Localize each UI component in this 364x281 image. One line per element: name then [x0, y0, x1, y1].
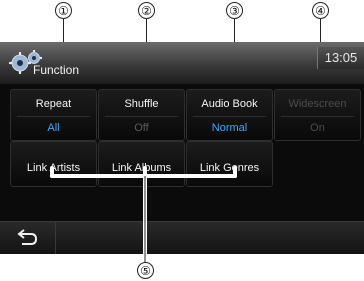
divider: [17, 116, 90, 117]
title-bar: Function 13:05: [0, 42, 364, 84]
link-genres-label: Link Genres: [199, 162, 260, 174]
back-button[interactable]: [0, 222, 56, 254]
page-title: Function: [33, 63, 80, 77]
callout-3: ③: [226, 2, 243, 19]
link-genres-button[interactable]: Link Genres: [186, 141, 273, 187]
widescreen-value: On: [310, 122, 325, 134]
audio-book-value: Normal: [211, 122, 248, 134]
back-arrow-icon: [17, 229, 38, 245]
repeat-value: All: [47, 122, 60, 134]
repeat-button[interactable]: Repeat All: [10, 89, 97, 141]
link-artists-button[interactable]: Link Artists: [10, 141, 97, 187]
function-screen: Function 13:05 Repeat All Shuffle Off Au…: [0, 42, 364, 254]
divider: [105, 116, 178, 117]
repeat-label: Repeat: [35, 98, 72, 110]
widescreen-button: Widescreen On: [274, 89, 361, 141]
callout-4: ④: [312, 2, 329, 19]
shuffle-button[interactable]: Shuffle Off: [98, 89, 185, 141]
callout-5: ⑤: [137, 262, 154, 279]
callout-3-line: [234, 19, 235, 42]
callout-2: ②: [138, 2, 155, 19]
link-albums-button[interactable]: Link Albums: [98, 141, 185, 187]
shuffle-label: Shuffle: [124, 98, 159, 110]
callout-1-line: [63, 19, 64, 42]
callout-1: ①: [55, 2, 72, 19]
link-artists-label: Link Artists: [26, 162, 81, 174]
divider: [281, 116, 354, 117]
link-albums-label: Link Albums: [111, 162, 172, 174]
widescreen-label: Widescreen: [288, 98, 347, 110]
audio-book-label: Audio Book: [201, 98, 258, 110]
bottom-bar: [0, 221, 364, 254]
callout-4-line: [320, 19, 321, 42]
callout-2-line: [146, 19, 147, 42]
divider: [193, 116, 266, 117]
audio-book-button[interactable]: Audio Book Normal: [186, 89, 273, 141]
clock: 13:05: [317, 47, 364, 69]
shuffle-value: Off: [134, 122, 149, 134]
